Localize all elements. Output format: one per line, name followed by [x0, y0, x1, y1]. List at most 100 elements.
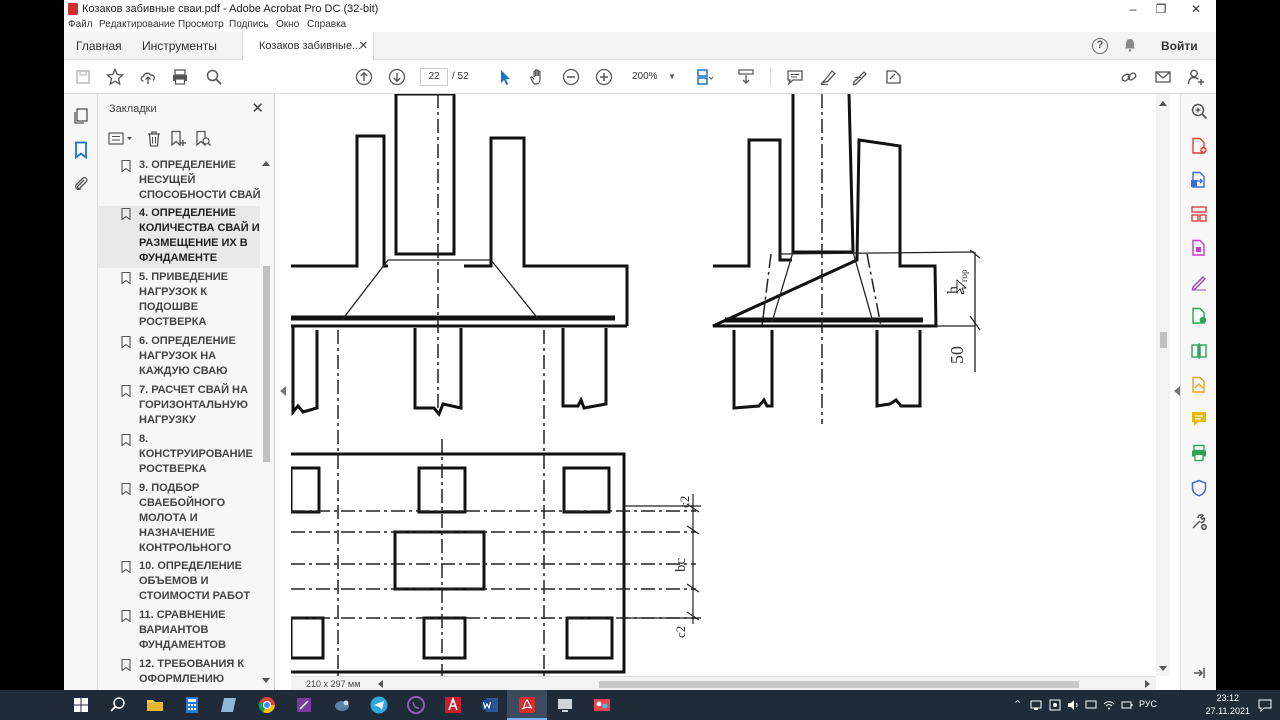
new-bookmark-icon[interactable] [169, 130, 187, 148]
draw-icon[interactable] [851, 68, 869, 86]
comment-icon[interactable] [786, 68, 804, 86]
bird-app-icon[interactable] [332, 695, 352, 715]
remote-desktop-icon[interactable] [555, 695, 575, 715]
expand-right-panel-arrow-icon[interactable] [1174, 386, 1180, 396]
scroll-down-arrow-icon[interactable] [262, 678, 270, 684]
scroll-right-arrow-icon[interactable] [1145, 680, 1151, 688]
scroll-mode-icon[interactable] [737, 68, 755, 86]
create-pdf-icon[interactable] [1190, 137, 1208, 155]
word-icon[interactable] [480, 695, 500, 715]
windows-start-icon[interactable] [71, 695, 91, 715]
print-icon[interactable] [171, 68, 189, 86]
tab-home[interactable]: Главная [76, 39, 122, 53]
bookmark-item[interactable]: 5. ПРИВЕДЕНИЕ НАГРУЗОК К ПОДОШВЕ РОСТВЕР… [98, 270, 260, 332]
zoom-out-icon[interactable] [562, 68, 580, 86]
page-thumbnails-icon[interactable] [72, 107, 90, 125]
maximize-button[interactable]: ❐ [1146, 1, 1176, 17]
tab-close-icon[interactable]: ✕ [359, 39, 368, 52]
telegram-icon[interactable] [369, 695, 389, 715]
bookmark-item[interactable]: 7. РАСЧЕТ СВАЙ НА ГОРИЗОНТАЛЬНУЮ НАГРУЗК… [98, 383, 260, 430]
notification-bell-icon[interactable] [1123, 38, 1137, 52]
page-view-icon[interactable] [696, 68, 714, 86]
export-pdf-icon[interactable] [1190, 171, 1208, 189]
attachments-icon[interactable] [72, 175, 90, 193]
fill-sign-icon[interactable] [1190, 273, 1208, 291]
bookmarks-icon[interactable] [72, 141, 90, 159]
scanner-app-icon[interactable] [294, 695, 314, 715]
highlight-icon[interactable] [819, 68, 837, 86]
bookmark-item-selected[interactable]: 4. ОПРЕДЕЛЕНИЕ КОЛИЧЕСТВА СВАЙ И РАЗМЕЩЕ… [98, 206, 260, 268]
bookmark-item[interactable]: 3. ОПРЕДЕЛЕНИЕ НЕСУЩЕЙ СПОСОБНОСТИ СВАЙ [98, 158, 260, 205]
protect-shield-icon[interactable] [1190, 479, 1208, 497]
photos-app-icon[interactable] [592, 695, 612, 715]
bookmark-item[interactable]: 9. ПОДБОР СВАЕБОЙНОГО МОЛОТА И НАЗНАЧЕНИ… [98, 481, 260, 558]
panel-splitter[interactable] [275, 94, 291, 690]
comment-tool-icon[interactable] [1190, 410, 1208, 428]
tray-network-icon[interactable] [1030, 699, 1042, 711]
hand-icon[interactable] [529, 68, 547, 86]
page-up-icon[interactable] [355, 68, 373, 86]
menu-window[interactable]: Окно [276, 19, 299, 30]
zoom-search-icon[interactable] [1190, 102, 1208, 120]
scroll-up-arrow-icon[interactable] [1159, 100, 1167, 106]
scrollbar-thumb[interactable] [1160, 332, 1167, 348]
collapse-left-arrow-icon[interactable] [280, 386, 286, 396]
bookmark-options-icon[interactable] [108, 130, 134, 148]
scrollbar-thumb[interactable] [263, 266, 270, 462]
menu-edit[interactable]: Редактирование [99, 19, 175, 30]
menu-view[interactable]: Просмотр [178, 19, 224, 30]
chrome-icon[interactable] [257, 695, 277, 715]
notifications-center-icon[interactable] [1258, 698, 1272, 712]
taskbar-clock[interactable]: 23:12 27.11.2021 [1206, 692, 1250, 718]
more-tools-icon[interactable] [1190, 513, 1208, 531]
scroll-up-arrow-icon[interactable] [262, 160, 270, 166]
menu-file[interactable]: Файл [68, 19, 93, 30]
select-cursor-icon[interactable] [496, 68, 514, 86]
close-panel-icon[interactable]: ✕ [251, 99, 264, 117]
menu-help[interactable]: Справка [307, 19, 346, 30]
page-down-icon[interactable] [388, 68, 406, 86]
scroll-down-arrow-icon[interactable] [1159, 666, 1167, 672]
tray-wifi-icon[interactable] [1103, 699, 1115, 711]
help-icon[interactable]: ? [1092, 38, 1108, 54]
tray-battery-icon[interactable] [1121, 699, 1133, 711]
pdf-page[interactable]: 50 h гор c2 bc c2 [291, 94, 1156, 676]
zoom-in-icon[interactable] [595, 68, 613, 86]
email-icon[interactable] [1154, 68, 1172, 86]
bookmark-item[interactable]: 8. КОНСТРУИРОВАНИЕ РОСТВЕРКА [98, 432, 260, 479]
star-icon[interactable] [105, 67, 125, 86]
horizontal-scrollbar-thumb[interactable] [599, 681, 1079, 688]
tray-monitor-icon[interactable] [1085, 699, 1097, 711]
upload-icon[interactable] [139, 68, 157, 86]
calculator-icon[interactable] [182, 695, 202, 715]
compare-files-icon[interactable] [1190, 342, 1208, 360]
bookmark-item[interactable]: 12. ТРЕБОВАНИЯ К ОФОРМЛЕНИЮ [98, 657, 260, 690]
close-window-button[interactable]: ✕ [1181, 1, 1211, 17]
tray-expand-icon[interactable]: ⌃ [1013, 698, 1022, 711]
edit-pdf-icon[interactable] [1190, 239, 1208, 257]
scan-ocr-icon[interactable] [1190, 307, 1208, 325]
delete-bookmark-icon[interactable] [145, 130, 163, 148]
tray-app-icon[interactable] [1049, 699, 1061, 711]
acrobat-icon[interactable] [517, 695, 537, 715]
tab-tools[interactable]: Инструменты [142, 39, 217, 53]
bookmarks-scrollbar[interactable] [260, 158, 272, 688]
menu-sign[interactable]: Подпись [229, 19, 269, 30]
scroll-left-arrow-icon[interactable] [377, 680, 383, 688]
find-bookmark-icon[interactable] [194, 130, 212, 148]
taskbar-search-icon[interactable] [108, 695, 128, 715]
sign-icon[interactable] [885, 68, 903, 86]
search-icon[interactable] [205, 68, 223, 86]
link-icon[interactable] [1120, 68, 1138, 86]
bookmark-item[interactable]: 11. СРАВНЕНИЕ ВАРИАНТОВ ФУНДАМЕНТОВ [98, 608, 260, 655]
viber-icon[interactable] [406, 695, 426, 715]
tray-volume-icon[interactable] [1067, 699, 1079, 711]
zoom-select[interactable]: 200% ▼ [624, 68, 678, 86]
organize-pages-icon[interactable] [1190, 205, 1208, 223]
page-number-input[interactable]: 22 [420, 68, 448, 86]
request-signatures-icon[interactable] [1190, 376, 1208, 394]
autocad-icon[interactable] [443, 695, 463, 715]
document-vertical-scrollbar[interactable] [1156, 94, 1170, 676]
language-indicator[interactable]: РУС [1139, 699, 1157, 709]
minimize-button[interactable]: – [1118, 1, 1148, 17]
